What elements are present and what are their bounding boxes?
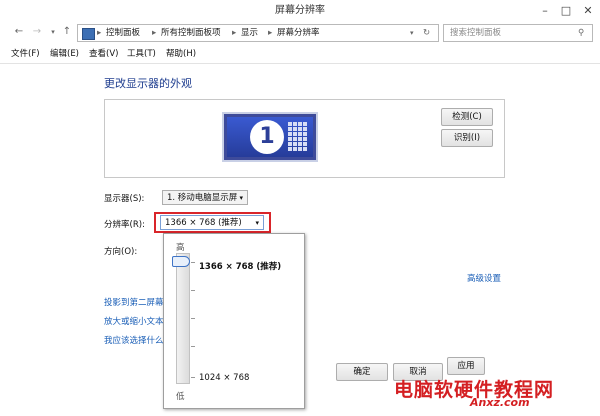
page-title: 更改显示器的外观	[104, 77, 192, 90]
watermark-logo: Anxz.com	[470, 396, 530, 409]
advanced-settings-link[interactable]: 高级设置	[467, 272, 501, 284]
up-button[interactable]: ↑	[60, 24, 74, 40]
window-title: 屏幕分辨率	[275, 5, 325, 16]
menu-edit[interactable]: 编辑(E)	[50, 45, 79, 63]
address-dropdown-chevron-icon[interactable]: ▾	[410, 25, 414, 41]
resolution-slider-track[interactable]	[176, 253, 190, 384]
menu-file[interactable]: 文件(F)	[11, 45, 40, 63]
project-second-screen-link[interactable]: 投影到第二屏幕	[104, 296, 164, 308]
breadcrumb-all-items[interactable]: 所有控制面板项	[161, 25, 221, 41]
start-grid-icon	[288, 122, 310, 151]
back-button[interactable]: ←	[12, 24, 26, 40]
chevron-down-icon: ▾	[239, 194, 243, 202]
slider-low-label: 低	[176, 392, 185, 402]
address-bar[interactable]: ▸ 控制面板 ▸ 所有控制面板项 ▸ 显示 ▸ 屏幕分辨率 ▾ ↻	[77, 24, 439, 42]
text-size-link[interactable]: 放大或缩小文本	[104, 315, 164, 327]
option-recommended[interactable]: 1366 × 768 (推荐)	[199, 260, 281, 272]
slider-tick	[191, 262, 195, 263]
search-placeholder: 搜索控制面板	[450, 28, 502, 38]
choose-help-link[interactable]: 我应该选择什么	[104, 334, 164, 346]
minimize-button[interactable]: –	[535, 0, 555, 21]
resolution-slider-thumb[interactable]	[172, 256, 190, 267]
menu-view[interactable]: 查看(V)	[89, 45, 118, 63]
slider-tick	[191, 290, 195, 291]
slider-tick	[191, 346, 195, 347]
forward-button[interactable]: →	[30, 24, 44, 40]
search-icon[interactable]: ⚲	[578, 25, 584, 41]
menu-help[interactable]: 帮助(H)	[166, 45, 196, 63]
identify-button[interactable]: 识别(I)	[441, 129, 493, 147]
search-input[interactable]: 搜索控制面板 ⚲	[443, 24, 593, 42]
slider-tick	[191, 377, 195, 378]
recent-pages-chevron-icon[interactable]: ▾	[46, 24, 60, 40]
control-panel-icon	[82, 28, 95, 40]
slider-tick	[191, 318, 195, 319]
slider-high-label: 高	[176, 243, 185, 253]
apply-button[interactable]: 应用	[447, 357, 485, 375]
display-label: 显示器(S):	[104, 194, 145, 204]
close-button[interactable]: ✕	[578, 0, 598, 21]
display-select[interactable]: 1. 移动电脑显示屏 ▾	[162, 190, 248, 205]
display-select-value: 1. 移动电脑显示屏	[167, 193, 238, 203]
option-1024x768[interactable]: 1024 × 768	[199, 373, 249, 383]
highlight-box	[154, 212, 271, 233]
breadcrumb-display[interactable]: 显示	[241, 25, 258, 41]
maximize-button[interactable]: □	[556, 0, 576, 21]
monitor-number-badge: 1	[250, 120, 284, 154]
resolution-label: 分辨率(R):	[104, 220, 145, 230]
menu-tools[interactable]: 工具(T)	[127, 45, 156, 63]
ok-button[interactable]: 确定	[336, 363, 388, 381]
refresh-icon[interactable]: ↻	[423, 25, 430, 41]
breadcrumb-screen-resolution[interactable]: 屏幕分辨率	[277, 25, 320, 41]
breadcrumb-control-panel[interactable]: 控制面板	[106, 25, 140, 41]
detect-button[interactable]: 检测(C)	[441, 108, 493, 126]
orientation-label: 方向(O):	[104, 247, 138, 257]
